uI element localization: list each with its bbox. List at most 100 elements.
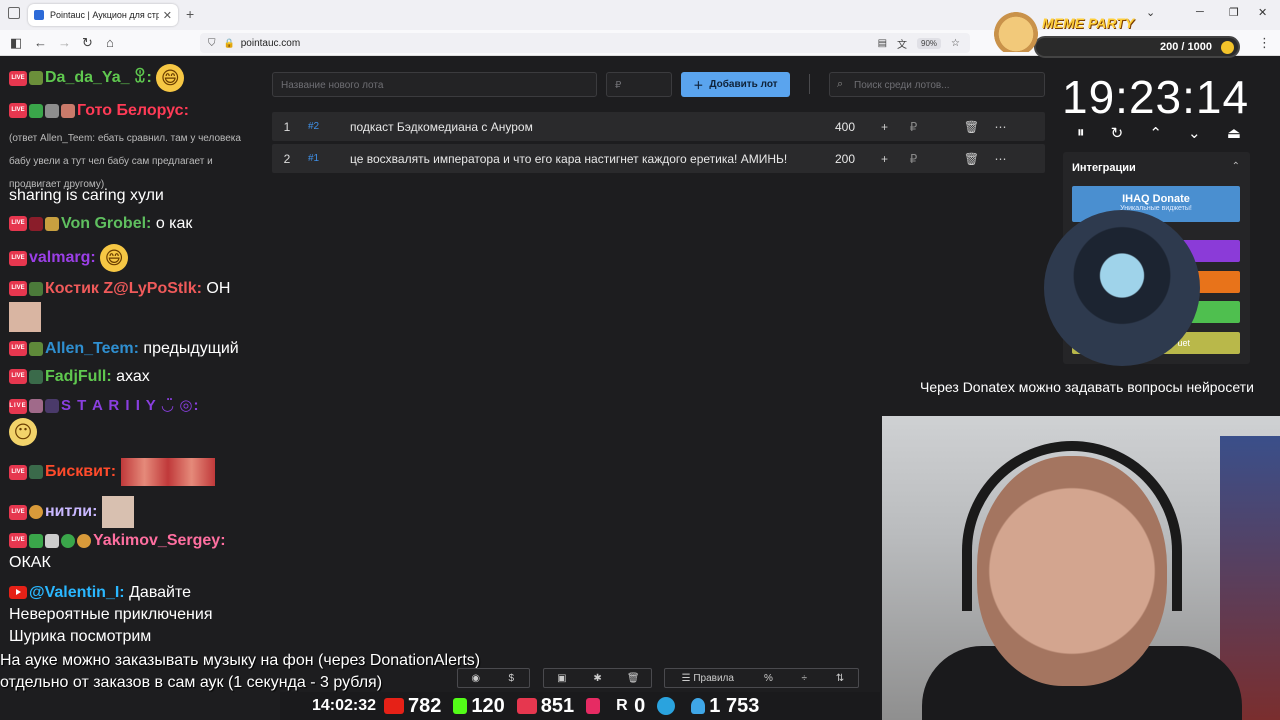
chat-message: LIVE Бисквит: — [9, 458, 215, 486]
vtuber-avatar — [1044, 210, 1200, 366]
add-amount-button[interactable]: + — [870, 152, 899, 166]
chat-message: LIVE Костик Z@LyPoStlk: ОН — [9, 280, 230, 298]
favicon-icon — [34, 10, 44, 20]
add-amount-button[interactable]: + — [870, 120, 899, 134]
menu-icon[interactable]: ⋮ — [1258, 35, 1271, 51]
auction-timer: 19:23:14 — [1062, 71, 1250, 123]
lot-amount[interactable]: 200 — [820, 152, 870, 166]
chat-username: S T A R I I Y ◡̈ ◎: — [61, 397, 200, 414]
github-icon[interactable]: ◉ — [458, 673, 494, 684]
r-viewers: R0 — [616, 694, 646, 717]
play-icon — [586, 698, 601, 714]
close-window-icon[interactable]: ✕ — [1258, 6, 1267, 19]
headphones-icon — [962, 441, 1182, 611]
lot-name[interactable]: це восхвалять императора и что его кара … — [350, 152, 820, 166]
chat-message: LIVE нитли: — [9, 496, 134, 528]
translate-icon[interactable]: 文 — [897, 36, 907, 51]
pause-icon[interactable]: ⏸ — [1077, 124, 1085, 142]
chat-badge-icon — [61, 533, 75, 548]
lot-search-input[interactable]: ⌕ Поиск среди лотов... — [829, 72, 1045, 97]
live-badge-icon: LIVE — [9, 216, 27, 232]
more-icon[interactable]: ⋯ — [986, 152, 1015, 166]
live-badge-icon: LIVE — [9, 281, 27, 297]
lot-amount[interactable]: 400 — [820, 120, 870, 134]
chat-text: о как — [155, 215, 193, 232]
delete-icon[interactable]: 🗑 — [957, 152, 986, 166]
chat-username: valmarg: — [29, 249, 96, 267]
lot-actions: + ₽ 🗑 ⋯ — [870, 152, 1015, 166]
lot-position: 2 — [283, 151, 291, 166]
chat-badge-icon — [29, 465, 43, 479]
chevron-down-icon[interactable]: ⌄ — [1188, 124, 1201, 142]
rutube-viewers — [586, 698, 604, 714]
tab-list-icon[interactable] — [8, 7, 20, 19]
address-bar[interactable]: ⛉ 🔒 pointauc.com ▤ 文 90% ☆ — [200, 33, 970, 53]
restart-icon[interactable]: ↻ — [1111, 124, 1124, 142]
currency-icon[interactable]: ₽ — [899, 120, 928, 134]
bug-icon[interactable]: ✱ — [580, 673, 616, 684]
trash-icon[interactable]: 🗑 — [615, 673, 651, 684]
sidebar-icon[interactable]: ◧ — [10, 35, 22, 51]
music-notice-line1: На ауке можно заказывать музыку на фон (… — [0, 652, 481, 669]
lot-position: 1 — [283, 119, 291, 134]
chat-badge-icon — [61, 103, 75, 118]
chat-username: Бисквит: — [45, 463, 117, 481]
eject-icon[interactable]: ⏏ — [1227, 124, 1241, 142]
url-text[interactable]: pointauc.com — [241, 38, 300, 49]
toolbar-group-tools: ▣ ✱ 🗑 — [543, 668, 652, 688]
reload-icon[interactable]: ↻ — [82, 35, 93, 51]
webcam-feed — [882, 416, 1280, 720]
telegram-icon — [657, 697, 676, 715]
sort-button[interactable]: ⇅ — [822, 673, 858, 684]
chat-text: sharing is caring хули — [9, 187, 164, 204]
add-lot-button[interactable]: ＋ Добавить лот — [681, 72, 790, 97]
lot-actions: + ₽ 🗑 ⋯ — [870, 120, 1015, 134]
chat-message: @Valentin_I: Давайте Невероятные приключ… — [9, 582, 259, 648]
live-badge-icon: LIVE — [9, 533, 27, 549]
lot-row: 2 #1 це восхвалять императора и что его … — [272, 144, 1045, 173]
save-icon[interactable]: ▣ — [544, 673, 580, 684]
lot-amount-input[interactable]: ₽ — [606, 72, 672, 97]
close-tab-icon[interactable]: ✕ — [163, 9, 172, 22]
chat-message: LIVE valmarg: 😄 — [9, 244, 129, 272]
bookmark-star-icon[interactable]: ☆ — [951, 38, 960, 49]
chat-overlay: LIVE Da_da_Ya_ ꀾ: 😄 LIVE Гото Белорус: (от… — [0, 56, 270, 720]
chat-badge-icon — [29, 71, 43, 85]
chat-badge-icon — [29, 399, 43, 414]
lot-name[interactable]: подкаст Бэдкомедиана с Ануром — [350, 120, 820, 134]
rules-button[interactable]: ☰ Правила — [665, 673, 751, 684]
chevron-up-icon[interactable]: ⌃ — [1149, 124, 1162, 142]
forward-icon[interactable]: → — [58, 35, 71, 50]
donate-icon[interactable]: $ — [494, 673, 530, 684]
live-badge-icon: LIVE — [9, 103, 27, 119]
chat-username: @Valentin_I: — [29, 584, 125, 601]
chat-badge-icon — [29, 369, 43, 384]
live-badge-icon: LIVE — [9, 341, 27, 357]
zoom-level[interactable]: 90% — [917, 38, 942, 49]
collapse-icon[interactable]: ⌃ — [1232, 161, 1240, 172]
back-icon[interactable]: ← — [34, 35, 47, 50]
toolbar-group-settings: ☰ Правила % ÷ ⇅ — [664, 668, 859, 688]
chat-username: Гото Белорус: — [77, 102, 189, 119]
plus-icon: ＋ — [693, 81, 704, 92]
shield-icon[interactable]: ⛉ — [208, 38, 216, 49]
more-icon[interactable]: ⋯ — [986, 120, 1015, 134]
new-tab-button[interactable]: + — [186, 6, 194, 22]
split-button[interactable]: ÷ — [786, 673, 822, 684]
currency-icon[interactable]: ₽ — [899, 152, 928, 166]
chat-message: LIVE S T A R I I Y ◡̈ ◎: — [9, 396, 199, 414]
chat-text: предыдущий — [143, 340, 239, 357]
delete-icon[interactable]: 🗑 — [957, 120, 986, 134]
donatex-notice: Через Donatex можно задавать вопросы ней… — [920, 379, 1254, 395]
live-badge-icon: LIVE — [9, 250, 27, 266]
reader-icon[interactable]: ▤ — [878, 38, 887, 49]
lock-icon[interactable]: 🔒 — [224, 38, 235, 49]
browser-tab[interactable]: Pointauc | Аукцион для стримеров ✕ — [28, 4, 178, 26]
home-icon[interactable]: ⌂ — [106, 35, 114, 50]
thinking-emote-icon: 😶 — [9, 418, 37, 446]
percent-button[interactable]: % — [751, 673, 787, 684]
face-emote-icon — [101, 496, 134, 528]
chat-badge-icon — [29, 216, 43, 231]
new-lot-input[interactable]: Название нового лота — [272, 72, 597, 97]
live-badge-icon: LIVE — [9, 70, 27, 86]
